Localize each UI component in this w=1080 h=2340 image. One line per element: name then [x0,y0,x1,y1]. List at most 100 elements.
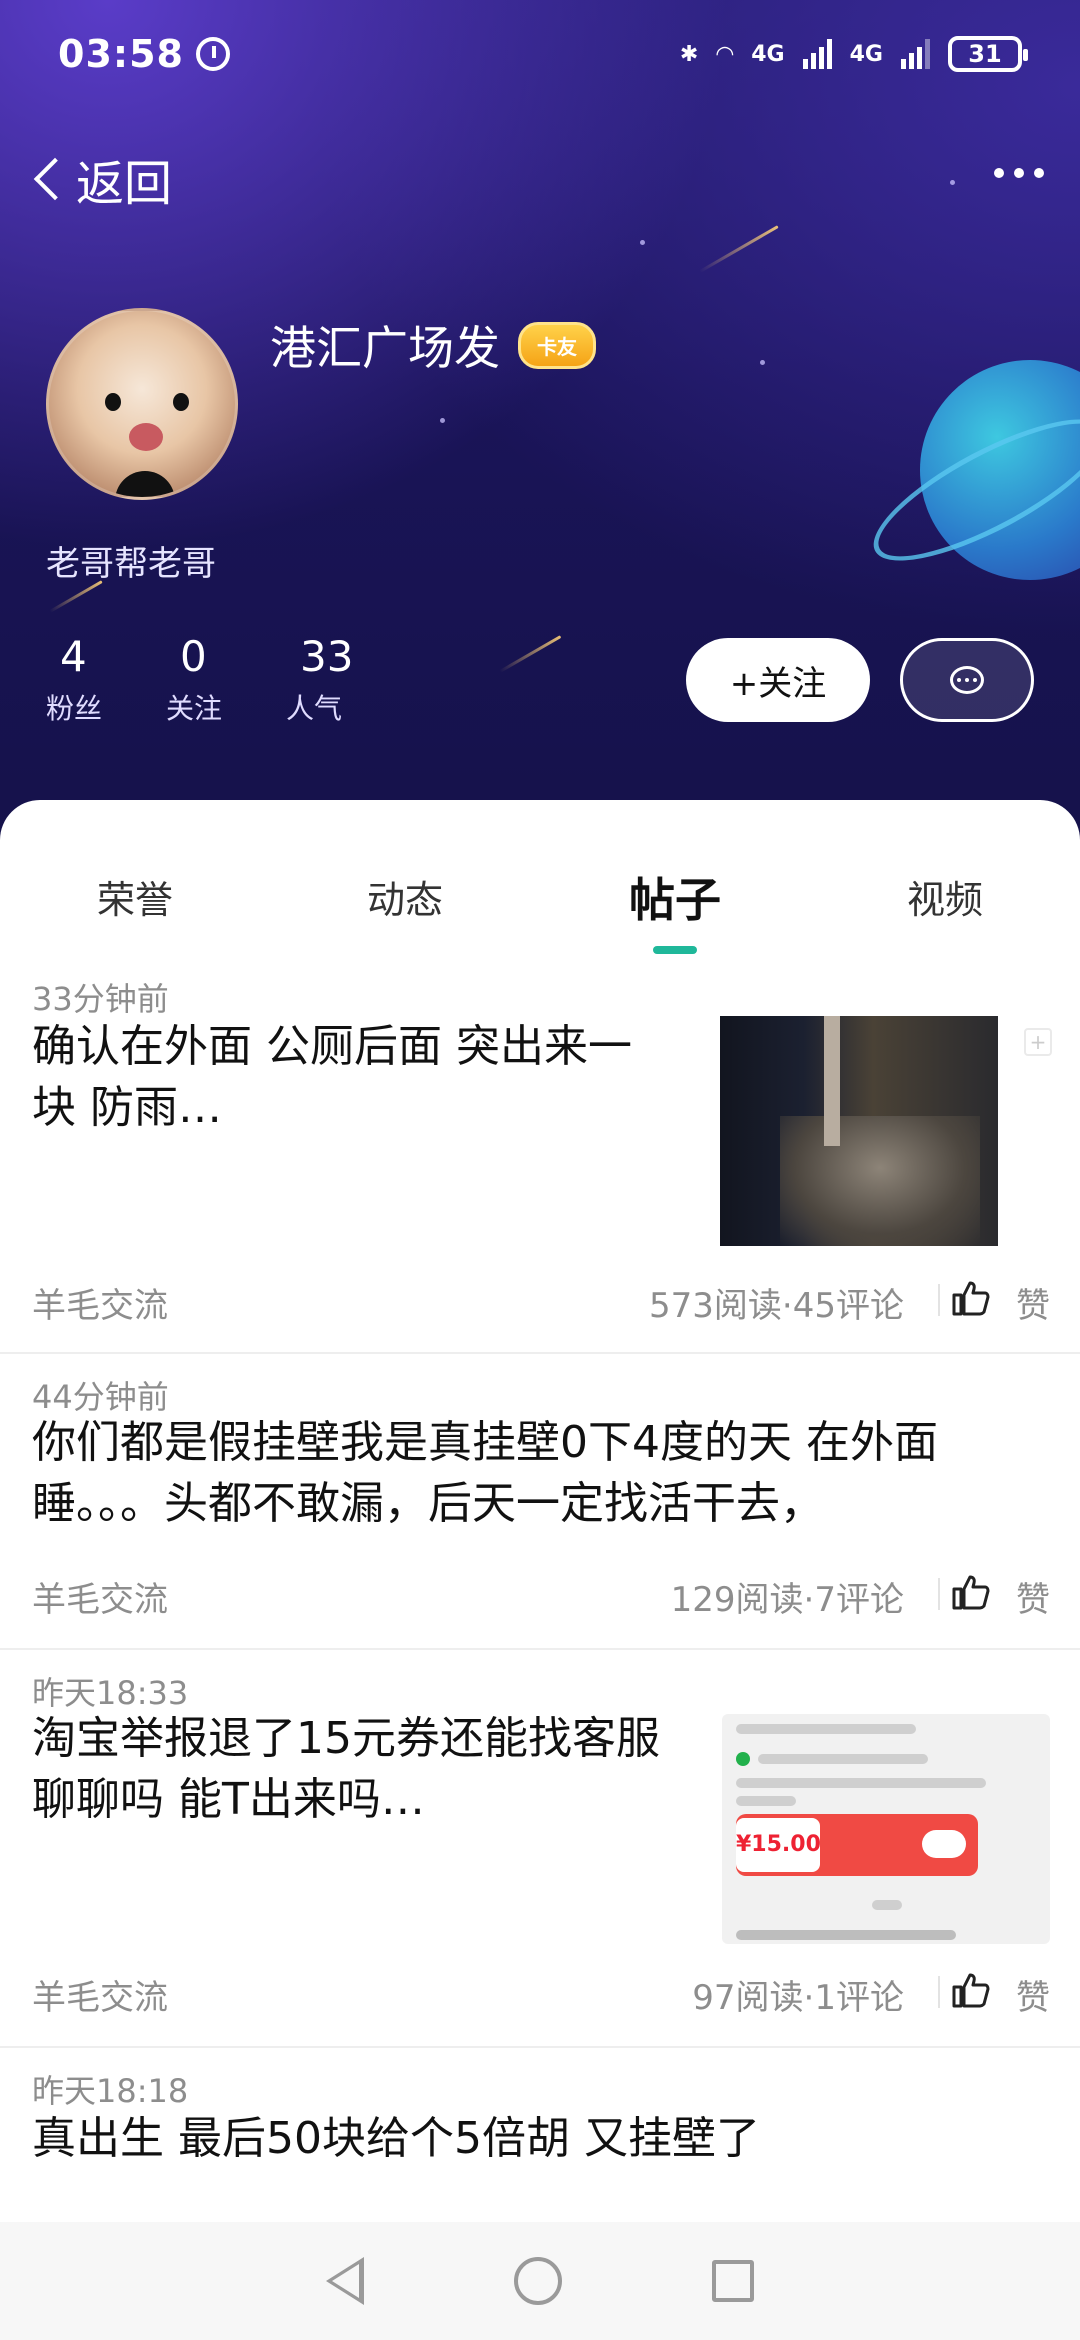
screenshot-text-line [736,1930,956,1940]
like-label[interactable]: 赞 [1016,1278,1050,1327]
username: 港汇广场发 卡友 [270,312,596,378]
post-tag[interactable]: 羊毛交流 [32,1572,168,1621]
stat-value: 4 [60,632,87,681]
thumbs-up-icon[interactable] [952,1574,990,1610]
divider [938,1284,940,1316]
post-title-line: 淘宝举报退了15元券还能找客服 [32,1713,660,1764]
tab-activity[interactable]: 动态 [270,860,540,950]
content-card: 荣誉 动态 帖子 视频 33分钟前 确认在外面 公厕后面 突出来一 块 防雨… … [0,800,1080,2222]
stat-value: 33 [300,632,354,681]
screenshot-text-line [872,1900,902,1910]
profile-tabs: 荣誉 动态 帖子 视频 [0,860,1080,954]
plus-icon: + [1024,1028,1052,1056]
post-title-line: 块 防雨… [32,1082,222,1133]
dot-icon [1034,168,1044,178]
avatar[interactable] [46,308,238,500]
dot-icon [994,168,1004,178]
tab-posts-label: 帖子 [629,873,721,927]
post-thumbnail[interactable] [720,1016,998,1246]
meteor-decoration [499,635,562,673]
profile-header: 03:58 ✱ ◠ 4G 4G 31 返回 港汇广场发 卡友 老哥帮老哥 4 粉… [0,0,1080,860]
post-item[interactable]: 33分钟前 确认在外面 公厕后面 突出来一 块 防雨… + 羊毛交流 573阅读… [0,960,1080,1354]
post-title-line: 确认在外面 公厕后面 突出来一 [32,1021,632,1072]
post-title-line: 你们都是假挂壁我是真挂壁0下4度的天 在外面 [32,1417,938,1468]
post-title: 你们都是假挂壁我是真挂壁0下4度的天 在外面 睡。。。头都不敢漏，后天一定找活干… [32,1412,1052,1534]
screenshot-text-line [736,1778,986,1788]
post-time: 昨天18:18 [32,2072,189,2110]
nav-home-icon[interactable] [514,2257,562,2305]
bluetooth-icon: ✱ [679,41,699,67]
divider [938,1976,940,2008]
system-navigation-bar [0,2222,1080,2340]
like-label[interactable]: 赞 [1016,1572,1050,1621]
dot-icon [1014,168,1024,178]
username-text: 港汇广场发 [270,321,500,375]
post-title: 确认在外面 公厕后面 突出来一 块 防雨… [32,1016,712,1138]
post-stats: 129阅读·7评论 [670,1580,904,1620]
star-decoration [640,240,645,245]
post-stats: 573阅读·45评论 [649,1286,904,1326]
stat-value: 0 [180,632,207,681]
success-dot-icon [736,1752,750,1766]
post-item[interactable]: 44分钟前 你们都是假挂壁我是真挂壁0下4度的天 在外面 睡。。。头都不敢漏，后… [0,1356,1080,1650]
status-icons: ✱ ◠ 4G 4G 31 [679,36,1028,72]
post-stats: 97阅读·1评论 [692,1978,904,2018]
avatar-eye [105,393,121,411]
tab-honors[interactable]: 荣誉 [0,860,270,950]
screenshot-text-line [736,1724,916,1734]
post-title-line: 睡。。。头都不敢漏，后天一定找活干去， [32,1478,824,1529]
stat-label: 粉丝 [46,692,103,725]
user-bio: 老哥帮老哥 [46,544,216,584]
avatar-nose [129,423,163,451]
signal-icon [901,39,930,69]
message-button[interactable] [900,638,1034,722]
user-stats: 4 粉丝 0 关注 33 人气 [46,632,406,727]
back-button[interactable]: 返回 [28,144,172,214]
post-tag[interactable]: 羊毛交流 [32,1970,168,2019]
more-options-button[interactable] [994,168,1044,178]
avatar-eye [173,393,189,411]
post-item[interactable]: 昨天18:18 真出生 最后50块给个5倍胡 又挂壁了 [0,2050,1080,2222]
post-time: 33分钟前 [32,980,169,1018]
back-label: 返回 [76,156,173,212]
active-tab-indicator [653,946,697,954]
star-decoration [440,418,445,423]
thumbs-up-icon[interactable] [952,1280,990,1316]
network-type-1: 4G [751,41,785,67]
screenshot-text-line [758,1754,928,1764]
status-bar: 03:58 ✱ ◠ 4G 4G 31 [58,28,1028,80]
tab-posts[interactable]: 帖子 [540,860,810,954]
coupon-amount: ¥15.00 [736,1818,821,1872]
thumbnail-ground [780,1116,980,1246]
signal-icon [802,39,832,69]
member-badge: 卡友 [518,321,596,369]
follow-button[interactable]: +关注 [686,638,870,722]
post-title-line: 真出生 最后50块给个5倍胡 又挂壁了 [32,2113,760,2164]
post-title: 真出生 最后50块给个5倍胡 又挂壁了 [32,2108,1052,2169]
post-title: 淘宝举报退了15元券还能找客服 聊聊吗 能T出来吗… [32,1708,722,1830]
post-tag[interactable]: 羊毛交流 [32,1278,168,1327]
battery-icon: 31 [948,36,1028,72]
tab-videos[interactable]: 视频 [810,860,1080,950]
nav-recents-icon[interactable] [712,2260,754,2302]
stat-fans[interactable]: 4 粉丝 [46,632,166,727]
wifi-icon: ◠ [716,41,734,67]
avatar-collar [115,471,175,497]
nav-back-icon[interactable] [326,2257,364,2305]
thumbnail-pole [824,1016,840,1146]
chevron-left-icon [33,157,77,201]
post-item[interactable]: 昨天18:33 淘宝举报退了15元券还能找客服 聊聊吗 能T出来吗… ¥15.0… [0,1652,1080,2048]
meteor-decoration [699,225,779,273]
chat-bubble-icon [950,666,984,694]
post-title-line: 聊聊吗 能T出来吗… [32,1774,425,1825]
coupon-view-button [922,1830,966,1858]
like-label[interactable]: 赞 [1016,1970,1050,2019]
meteor-decoration [49,580,103,613]
stat-following[interactable]: 0 关注 [166,632,286,727]
post-thumbnail[interactable]: ¥15.00 [722,1714,1050,1944]
thumbs-up-icon[interactable] [952,1972,990,2008]
star-decoration [760,360,765,365]
network-type-2: 4G [849,41,883,67]
status-time: 03:58 [58,32,184,76]
divider [938,1578,940,1610]
